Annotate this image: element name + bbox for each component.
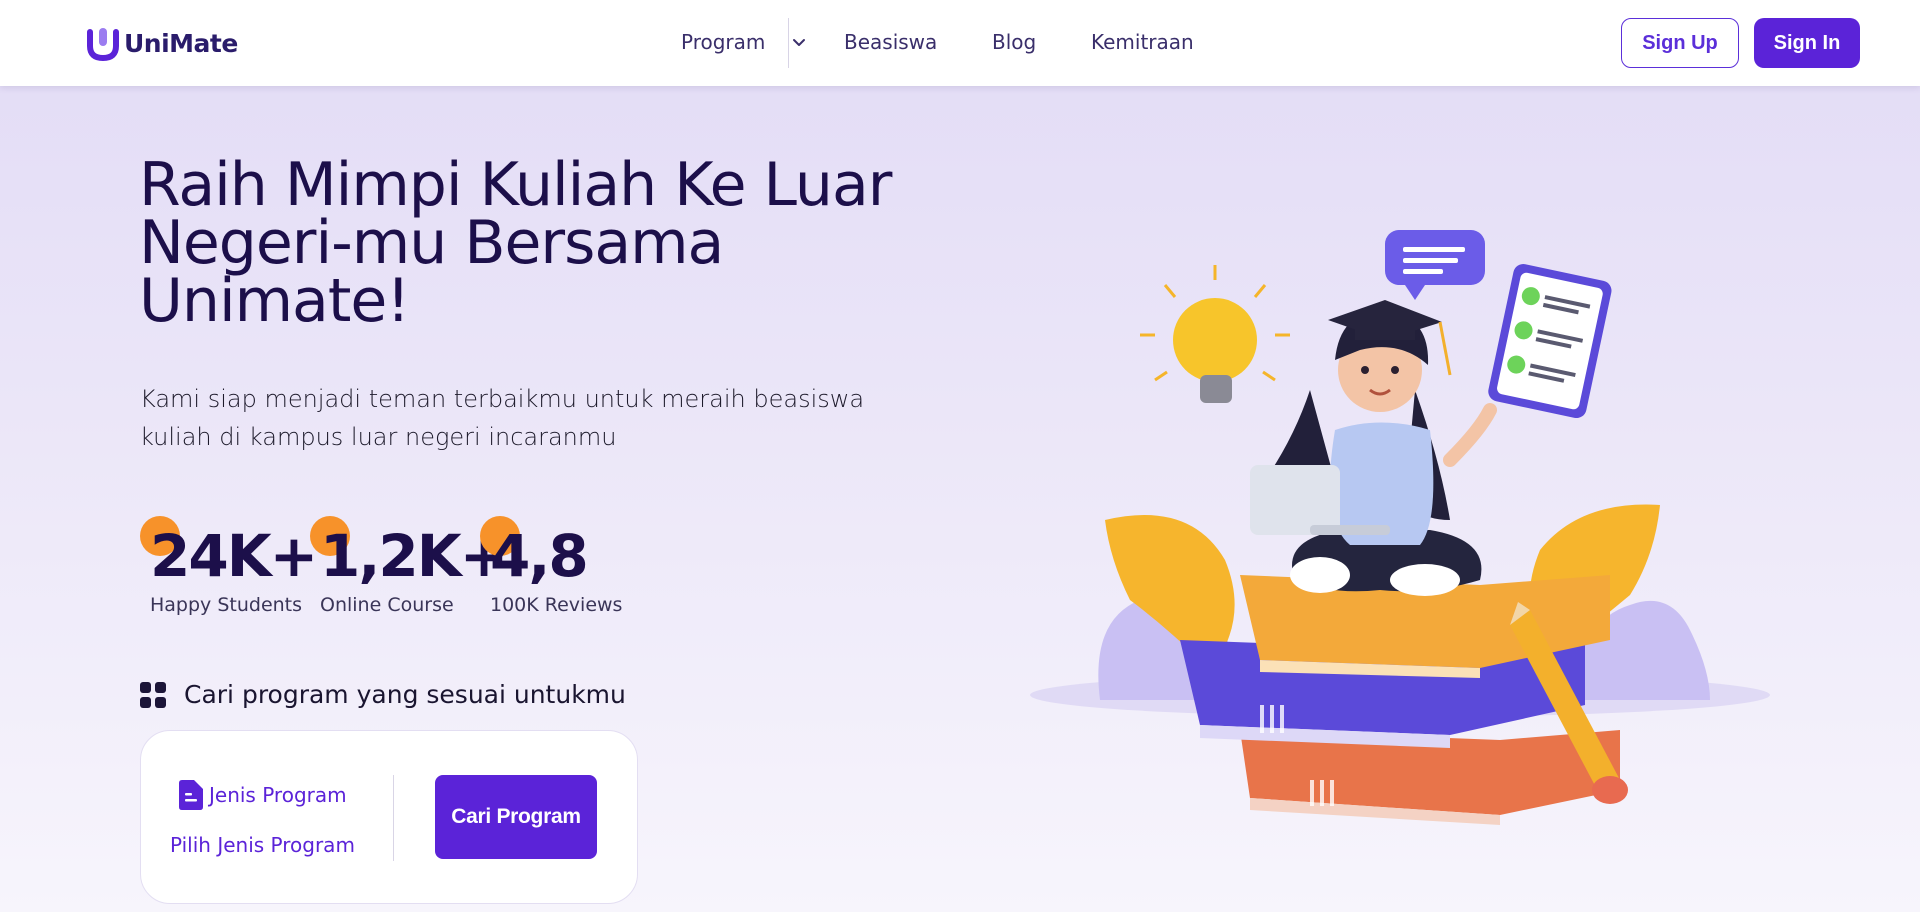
unimate-logo-icon bbox=[87, 28, 119, 62]
student-illustration bbox=[1030, 230, 1770, 825]
navbar: UniMate Program Beasiswa Blog Kemitraan … bbox=[0, 0, 1920, 86]
hero-subtitle: Kami siap menjadi teman terbaikmu untuk … bbox=[140, 380, 940, 456]
stat-label: Happy Students bbox=[150, 594, 303, 616]
hero-subtitle-line-1: Kami siap menjadi teman terbaikmu untuk … bbox=[140, 385, 865, 413]
document-icon bbox=[179, 780, 203, 810]
stat-value: 4,8 bbox=[490, 522, 589, 590]
hero-subtitle-line-2: kuliah di kampus luar negeri incaranmu bbox=[140, 423, 617, 451]
hero-title-line-3: Unimate! bbox=[139, 266, 410, 336]
chevron-down-icon[interactable] bbox=[790, 30, 808, 56]
cari-program-button[interactable]: Cari Program bbox=[435, 775, 597, 859]
search-card: Jenis Program Pilih Jenis Program Cari P… bbox=[140, 730, 638, 904]
search-section-header: Cari program yang sesuai untukmu bbox=[140, 680, 626, 709]
jenis-program-text: Jenis Program bbox=[209, 783, 347, 807]
search-section-title: Cari program yang sesuai untukmu bbox=[184, 680, 626, 709]
card-divider bbox=[393, 775, 394, 861]
jenis-program-select[interactable]: Pilih Jenis Program bbox=[170, 833, 355, 857]
illustration-student bbox=[1250, 300, 1497, 596]
illustration-lightbulb bbox=[1140, 265, 1290, 403]
nav-blog[interactable]: Blog bbox=[992, 30, 1036, 54]
nav-program[interactable]: Program bbox=[681, 30, 765, 54]
illustration-chat-bubble bbox=[1385, 230, 1485, 300]
illustration-checklist bbox=[1488, 264, 1612, 419]
stat-value: 1,2K+ bbox=[320, 522, 508, 590]
stat-value: 24K+ bbox=[150, 522, 318, 590]
stat-label: 100K Reviews bbox=[490, 594, 623, 616]
stat-label: Online Course bbox=[320, 594, 454, 616]
jenis-program-label: Jenis Program bbox=[177, 779, 347, 811]
grid-icon bbox=[140, 681, 166, 708]
sign-up-button[interactable]: Sign Up bbox=[1621, 18, 1739, 68]
hero-title: Raih Mimpi Kuliah Ke Luar Negeri-mu Bers… bbox=[139, 155, 919, 331]
nav-beasiswa[interactable]: Beasiswa bbox=[844, 30, 937, 54]
nav-kemitraan[interactable]: Kemitraan bbox=[1091, 30, 1194, 54]
nav-divider bbox=[788, 18, 789, 68]
logo-text: UniMate bbox=[124, 28, 238, 58]
sign-in-button[interactable]: Sign In bbox=[1754, 18, 1860, 68]
logo[interactable]: UniMate bbox=[84, 24, 238, 62]
